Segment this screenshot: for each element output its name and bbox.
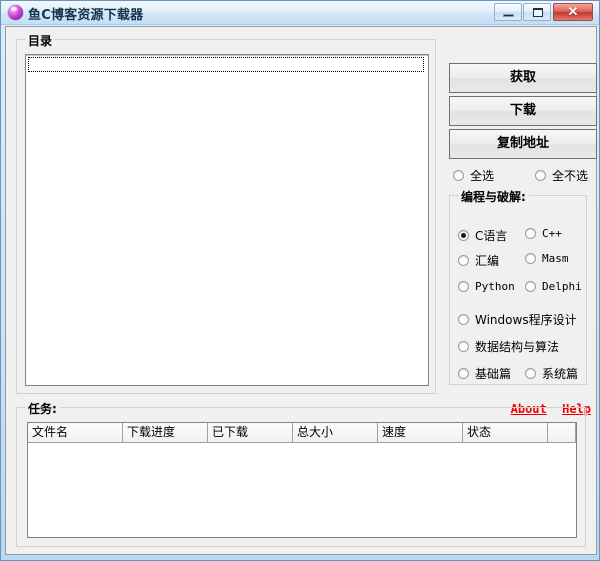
category-label: Windows程序设计 xyxy=(475,311,577,328)
category-radio-c[interactable]: C语言 xyxy=(458,227,507,244)
radio-icon xyxy=(458,314,469,325)
category-label: Delphi xyxy=(542,280,582,293)
category-radio-data-structures[interactable]: 数据结构与算法 xyxy=(458,338,559,355)
directory-listbox[interactable] xyxy=(25,54,429,386)
column-header[interactable]: 总大小 xyxy=(293,423,378,442)
minimize-icon xyxy=(503,14,514,17)
tasks-table-header: 文件名下载进度已下载总大小速度状态 xyxy=(28,423,576,443)
column-header[interactable] xyxy=(548,423,576,442)
category-radio-basics[interactable]: 基础篇 xyxy=(458,365,511,382)
select-all-radio[interactable]: 全选 xyxy=(453,167,494,184)
category-radio-system[interactable]: 系统篇 xyxy=(525,365,578,382)
column-header[interactable]: 已下载 xyxy=(208,423,293,442)
maximize-icon xyxy=(533,8,543,17)
category-label: 基础篇 xyxy=(475,365,511,382)
fetch-button[interactable]: 获取 xyxy=(449,63,597,93)
category-label: Python xyxy=(475,280,515,293)
radio-icon xyxy=(535,170,546,181)
radio-icon xyxy=(458,281,469,292)
radio-icon xyxy=(525,228,536,239)
radio-icon xyxy=(458,230,469,241)
tasks-group-label: 任务: xyxy=(25,400,60,417)
directory-groupbox: 目录 xyxy=(16,39,436,394)
tasks-groupbox: 任务: 文件名下载进度已下载总大小速度状态 xyxy=(16,407,586,547)
category-radio-delphi[interactable]: Delphi xyxy=(525,280,582,293)
column-header[interactable]: 下载进度 xyxy=(123,423,208,442)
category-label: C语言 xyxy=(475,227,507,244)
maximize-button[interactable] xyxy=(523,3,551,21)
category-radio-python[interactable]: Python xyxy=(458,280,515,293)
category-radio-cpp[interactable]: C++ xyxy=(525,227,562,240)
minimize-button[interactable] xyxy=(494,3,522,21)
tasks-listview[interactable]: 文件名下载进度已下载总大小速度状态 xyxy=(27,422,577,538)
radio-icon xyxy=(458,368,469,379)
client-area: 目录 获取 下载 复制地址 全选 全不选 编程与破解: C语言 C++ xyxy=(5,26,597,555)
radio-icon xyxy=(458,341,469,352)
column-header[interactable]: 文件名 xyxy=(28,423,123,442)
window-title: 鱼C博客资源下载器 xyxy=(28,4,143,23)
directory-group-label: 目录 xyxy=(25,32,55,49)
category-label: 数据结构与算法 xyxy=(475,338,559,355)
radio-icon xyxy=(458,255,469,266)
category-radio-windows-programming[interactable]: Windows程序设计 xyxy=(458,311,577,328)
radio-icon xyxy=(525,368,536,379)
tasks-table-body[interactable] xyxy=(28,443,576,538)
select-all-label: 全选 xyxy=(470,167,494,184)
radio-icon xyxy=(453,170,464,181)
category-radio-assembly[interactable]: 汇编 xyxy=(458,252,499,269)
application-window: 鱼C博客资源下载器 ✕ 目录 获取 下载 复制地址 全选 xyxy=(0,0,600,561)
copy-address-button[interactable]: 复制地址 xyxy=(449,129,597,159)
radio-icon xyxy=(525,253,536,264)
close-icon: ✕ xyxy=(554,4,592,20)
column-header[interactable]: 状态 xyxy=(463,423,548,442)
deselect-all-radio[interactable]: 全不选 xyxy=(535,167,588,184)
close-button[interactable]: ✕ xyxy=(553,3,593,21)
deselect-all-label: 全不选 xyxy=(552,167,588,184)
list-item[interactable] xyxy=(28,57,424,72)
download-button[interactable]: 下载 xyxy=(449,96,597,126)
category-label: Masm xyxy=(542,252,569,265)
category-label: 汇编 xyxy=(475,252,499,269)
app-logo-icon xyxy=(8,5,23,20)
radio-icon xyxy=(525,281,536,292)
category-group-label: 编程与破解: xyxy=(458,188,529,205)
category-radio-masm[interactable]: Masm xyxy=(525,252,569,265)
category-label: C++ xyxy=(542,227,562,240)
column-header[interactable]: 速度 xyxy=(378,423,463,442)
title-bar[interactable]: 鱼C博客资源下载器 ✕ xyxy=(1,1,600,25)
category-label: 系统篇 xyxy=(542,365,578,382)
